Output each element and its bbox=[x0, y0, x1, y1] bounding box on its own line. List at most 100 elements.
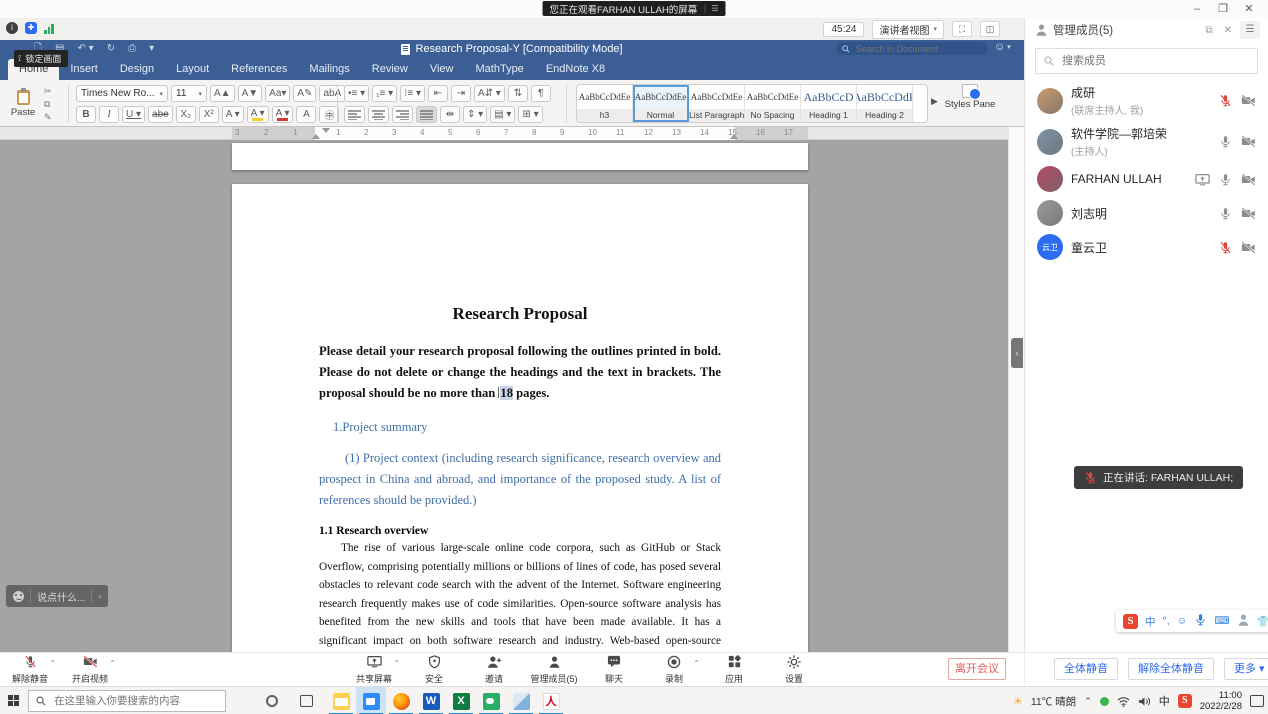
text-direction-button[interactable]: A⇵ ▾ bbox=[474, 85, 505, 102]
participant-row[interactable]: FARHAN ULLAH bbox=[1025, 162, 1268, 196]
font-name-combo[interactable]: Times New Ro...▾ bbox=[76, 85, 168, 102]
sogou-tray-icon[interactable]: S bbox=[1178, 694, 1192, 708]
microphone-icon[interactable] bbox=[1219, 173, 1232, 186]
shading-button[interactable]: ▤ ▾ bbox=[490, 106, 515, 123]
clear-formatting-button[interactable]: A✎ bbox=[293, 85, 316, 102]
ime-indicator[interactable]: 中 bbox=[1159, 693, 1170, 709]
pdf-taskbar-icon[interactable]: 人 bbox=[536, 687, 566, 714]
microphone-icon[interactable] bbox=[1219, 135, 1232, 148]
style-list-paragraph[interactable]: AaBbCcDdEeList Paragraph bbox=[689, 85, 745, 122]
ime-mode-toggle[interactable]: 中 bbox=[1145, 614, 1156, 629]
camera-off-icon[interactable] bbox=[1241, 173, 1256, 186]
microphone-muted-icon[interactable] bbox=[1219, 241, 1232, 254]
participant-row[interactable]: 刘志明 bbox=[1025, 196, 1268, 230]
taskbar-search-input[interactable] bbox=[52, 694, 212, 708]
style-h3[interactable]: AaBbCcDdEeh3 bbox=[577, 85, 633, 122]
highlight-color-button[interactable]: A ▾ bbox=[247, 106, 269, 123]
start-button[interactable] bbox=[8, 695, 19, 706]
italic-button[interactable]: I bbox=[99, 106, 119, 123]
emoji-icon[interactable] bbox=[13, 591, 24, 602]
wechat-taskbar-icon[interactable] bbox=[476, 687, 506, 714]
text-effects-button[interactable]: A ▾ bbox=[222, 106, 244, 123]
sidebar-menu-icon[interactable]: ☰ bbox=[1240, 21, 1260, 39]
sogou-skin-icon[interactable]: 👕 bbox=[1257, 615, 1268, 628]
notification-center-icon[interactable] bbox=[1250, 695, 1264, 707]
manage-members-button[interactable]: 管理成员(5) bbox=[532, 655, 576, 685]
chat-placeholder[interactable]: 说点什么... bbox=[37, 589, 85, 604]
sogou-voice-icon[interactable] bbox=[1194, 613, 1207, 629]
align-left-button[interactable] bbox=[344, 106, 365, 123]
camera-off-icon[interactable] bbox=[1241, 207, 1256, 220]
sogou-punctuation-icon[interactable]: °, bbox=[1163, 615, 1170, 627]
sort-button[interactable]: ⇅ bbox=[508, 85, 528, 102]
cut-icon[interactable]: ✂ bbox=[44, 86, 52, 96]
expand-caret-icon[interactable]: ⌃ bbox=[109, 659, 116, 668]
grow-font-button[interactable]: A▲ bbox=[210, 85, 235, 102]
style-normal[interactable]: AaBbCcDdEeNormal bbox=[633, 85, 689, 122]
weather-text[interactable]: 11℃ 晴朗 bbox=[1031, 694, 1076, 709]
member-search-box[interactable] bbox=[1035, 48, 1258, 74]
subscript-button[interactable]: X₂ bbox=[176, 106, 196, 123]
styles-gallery-more-icon[interactable]: ▶ bbox=[931, 96, 938, 107]
borders-button[interactable]: ⊞ ▾ bbox=[518, 106, 542, 123]
layout-button[interactable]: ◫ bbox=[980, 21, 1000, 37]
multilevel-list-button[interactable]: ⁝≡ ▾ bbox=[400, 85, 425, 102]
tray-expand-icon[interactable]: ⌃ bbox=[1084, 696, 1092, 707]
tab-mailings[interactable]: Mailings bbox=[298, 59, 360, 80]
participant-row[interactable]: 成研(联席主持人, 我) bbox=[1025, 80, 1268, 121]
security-button[interactable]: 安全 bbox=[412, 655, 456, 685]
tab-endnote-x8[interactable]: EndNote X8 bbox=[535, 59, 616, 80]
document-canvas[interactable]: Research Proposal Please detail your res… bbox=[0, 140, 1008, 652]
tab-layout[interactable]: Layout bbox=[165, 59, 220, 80]
close-sidebar-icon[interactable]: ✕ bbox=[1221, 25, 1235, 36]
sogou-keyboard-icon[interactable]: ⌨ bbox=[1214, 615, 1229, 627]
leave-meeting-button[interactable]: 离开会议 bbox=[948, 658, 1006, 680]
sogou-logo-icon[interactable]: S bbox=[1123, 614, 1138, 629]
sidebar-collapse-handle[interactable]: ‹ bbox=[1011, 338, 1023, 368]
style-heading-1[interactable]: AaBbCcDHeading 1 bbox=[801, 85, 857, 122]
more-button[interactable]: 更多 ▾ bbox=[1224, 658, 1268, 680]
mute-all-button[interactable]: 全体静音 bbox=[1054, 658, 1118, 680]
align-right-button[interactable] bbox=[392, 106, 413, 123]
popout-icon[interactable]: ⧉ bbox=[1202, 25, 1215, 36]
expand-caret-icon[interactable]: ⌃ bbox=[393, 659, 400, 668]
chat-button[interactable]: 聊天 bbox=[592, 655, 636, 685]
notes-taskbar-icon[interactable] bbox=[506, 687, 536, 714]
show-marks-button[interactable]: ¶ bbox=[531, 85, 551, 102]
decrease-indent-button[interactable]: ⇤ bbox=[428, 85, 448, 102]
record-button[interactable]: 录制⌃ bbox=[652, 655, 696, 685]
camera-off-icon[interactable] bbox=[1241, 94, 1256, 107]
justify-button[interactable] bbox=[416, 106, 437, 123]
change-case-button[interactable]: Aa▾ bbox=[265, 85, 290, 102]
word-search-input[interactable] bbox=[854, 43, 974, 55]
speaker-icon[interactable] bbox=[1138, 696, 1151, 707]
participant-row[interactable]: 云卫童云卫 bbox=[1025, 230, 1268, 264]
lock-view-tooltip[interactable]: ⟟ 锁定画面 bbox=[14, 50, 68, 67]
apps-button[interactable]: 应用 bbox=[712, 655, 756, 685]
tab-mathtype[interactable]: MathType bbox=[465, 59, 535, 80]
firefox-taskbar-icon[interactable] bbox=[386, 687, 416, 714]
underline-button[interactable]: U ▾ bbox=[122, 106, 145, 123]
increase-indent-button[interactable]: ⇥ bbox=[451, 85, 471, 102]
tray-app-icon[interactable] bbox=[1100, 697, 1109, 706]
style-heading-2[interactable]: AaBbCcDdEHeading 2 bbox=[857, 85, 913, 122]
camera-off-icon[interactable] bbox=[1241, 241, 1256, 254]
start-video-button[interactable]: 开启视频⌃ bbox=[68, 655, 112, 685]
styles-pane-button[interactable]: Styles Pane bbox=[944, 84, 996, 110]
strikethrough-button[interactable]: abe bbox=[148, 106, 173, 123]
maximize-button[interactable]: ❐ bbox=[1210, 0, 1236, 18]
task-view-button[interactable] bbox=[300, 695, 313, 707]
word-taskbar-icon[interactable]: W bbox=[416, 687, 446, 714]
cortana-button[interactable] bbox=[266, 695, 278, 707]
banner-menu-icon[interactable]: ☰ bbox=[704, 4, 718, 13]
fullscreen-button[interactable]: ⛶ bbox=[952, 21, 972, 37]
first-line-indent-marker[interactable] bbox=[322, 128, 330, 133]
quick-chat-bubble[interactable]: 说点什么... ‹ bbox=[6, 585, 108, 607]
share-screen-button[interactable]: 共享屏幕⌃ bbox=[352, 655, 396, 685]
member-search-input[interactable] bbox=[1060, 54, 1230, 68]
file-explorer-taskbar-icon[interactable] bbox=[326, 687, 356, 714]
expand-caret-icon[interactable]: ⌃ bbox=[49, 659, 56, 668]
style-no-spacing[interactable]: AaBbCcDdEeNo Spacing bbox=[745, 85, 801, 122]
invite-button[interactable]: 邀请 bbox=[472, 655, 516, 685]
format-painter-icon[interactable]: ✎ bbox=[44, 112, 52, 122]
